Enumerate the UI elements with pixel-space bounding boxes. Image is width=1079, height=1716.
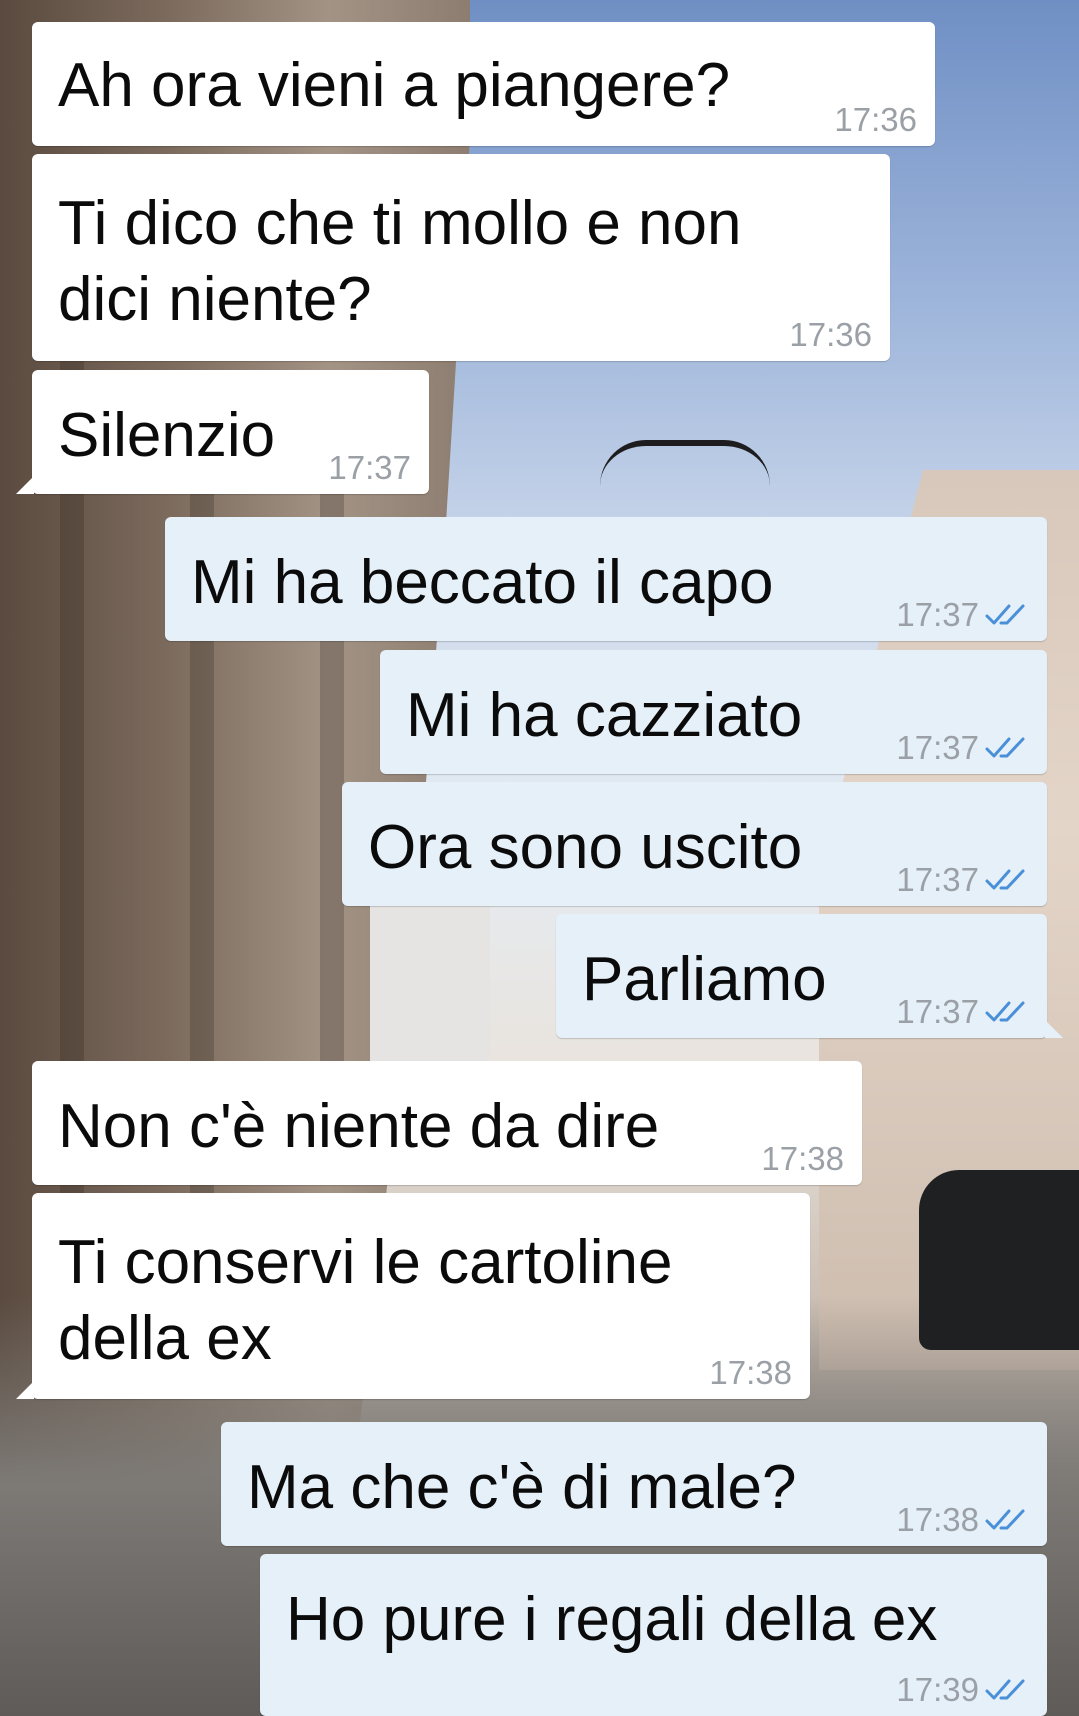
message-time: 17:37 (896, 729, 979, 766)
double-check-read-icon (985, 869, 1025, 889)
message-bubble-incoming[interactable]: Non c'è niente da dire 17:38 (32, 1061, 862, 1185)
message-time: 17:36 (834, 101, 917, 138)
double-check-read-icon (985, 1509, 1025, 1529)
message-text: Ti conservi le cartoline della ex (58, 1228, 673, 1373)
message-text: Ah ora vieni a piangere? (58, 51, 731, 120)
message-bubble-outgoing[interactable]: Parliamo 17:37 (556, 914, 1063, 1038)
message-time: 17:37 (896, 861, 979, 898)
message-text: Ti dico che ti mollo e non dici niente? (58, 189, 742, 334)
message-list[interactable]: Ah ora vieni a piangere? 17:36 Ti dico c… (0, 0, 1079, 1716)
message-time: 17:39 (896, 1671, 979, 1708)
message-time: 17:37 (896, 993, 979, 1030)
message-bubble-outgoing[interactable]: Mi ha beccato il capo 17:37 (165, 517, 1047, 641)
message-time: 17:38 (709, 1354, 792, 1391)
message-bubble-incoming[interactable]: Ti conservi le cartoline della ex 17:38 (16, 1193, 810, 1399)
message-time: 17:37 (896, 596, 979, 633)
message-text: Non c'è niente da dire (58, 1092, 660, 1161)
message-time: 17:38 (896, 1501, 979, 1538)
double-check-read-icon (985, 1001, 1025, 1021)
message-bubble-incoming[interactable]: Ah ora vieni a piangere? 17:36 (32, 22, 935, 146)
message-bubble-outgoing[interactable]: Mi ha cazziato 17:37 (380, 650, 1047, 774)
message-bubble-outgoing[interactable]: Ora sono uscito 17:37 (342, 782, 1047, 906)
message-bubble-outgoing[interactable]: Ma che c'è di male? 17:38 (221, 1422, 1047, 1546)
message-time: 17:38 (761, 1140, 844, 1177)
message-time: 17:37 (328, 449, 411, 486)
message-bubble-incoming[interactable]: Ti dico che ti mollo e non dici niente? … (32, 154, 890, 361)
message-bubble-incoming[interactable]: Silenzio 17:37 (16, 370, 429, 494)
double-check-read-icon (985, 1679, 1025, 1699)
message-time: 17:36 (789, 316, 872, 353)
double-check-read-icon (985, 604, 1025, 624)
double-check-read-icon (985, 737, 1025, 757)
message-bubble-outgoing[interactable]: Ho pure i regali della ex 17:39 (260, 1554, 1047, 1716)
message-text: Ho pure i regali della ex (286, 1585, 938, 1654)
